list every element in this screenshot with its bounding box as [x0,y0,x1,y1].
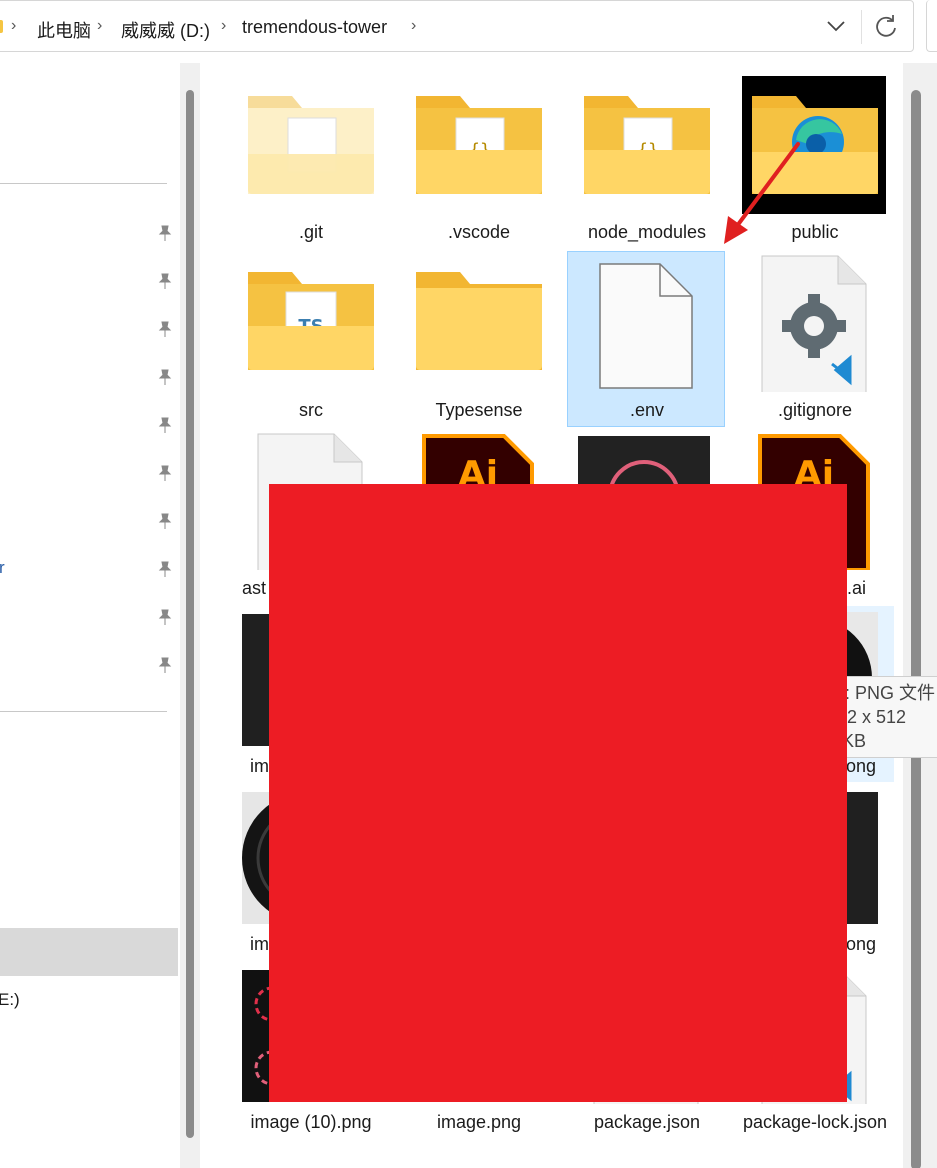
content-scrollbar-thumb[interactable] [911,90,921,1168]
folder-node-modules[interactable]: {} node_modules [568,74,726,250]
pin-icon[interactable] [156,512,174,530]
pin-icon[interactable] [156,272,174,290]
breadcrumb-drive-d[interactable]: 威威威 (D:) [121,17,210,43]
blank-file-icon [599,263,693,389]
pin-icon[interactable] [156,560,174,578]
folder-vscode[interactable]: {} .vscode [400,74,558,250]
folder-icon [416,272,542,370]
folder-icon: TS [248,272,374,370]
gear-file-icon [761,255,867,392]
nav-item-label[interactable]: r [0,558,5,578]
chevron-right-icon[interactable]: › [97,17,102,35]
file-name: Typesense [435,400,523,420]
file-gitignore[interactable]: .gitignore [736,252,894,428]
annotation-arrow-icon [724,142,800,244]
file-name: package.json [593,1112,701,1132]
folder-icon: {} [416,96,542,194]
folder-icon [0,20,3,33]
folder-typesense[interactable]: Typesense [400,252,558,428]
file-explorer-window: › 此电脑 › 威威威 (D:) › tremendous-tower › r … [0,0,937,1168]
folder-git[interactable]: .git [232,74,390,250]
search-box-edge[interactable] [926,0,937,52]
divider [861,10,862,44]
chevron-right-icon[interactable]: › [221,17,226,35]
file-name: .env [629,400,665,420]
redaction-overlay [269,484,847,1102]
breadcrumb-tremendous-tower[interactable]: tremendous-tower [242,17,387,38]
pin-icon[interactable] [156,224,174,242]
refresh-icon[interactable] [873,13,899,39]
nav-item-selected[interactable] [0,928,178,976]
divider [0,183,167,184]
pin-icon[interactable] [156,416,174,434]
pin-icon[interactable] [156,368,174,386]
chevron-down-icon[interactable] [825,13,847,39]
folder-icon [248,96,374,194]
file-name: .git [298,222,323,242]
nav-item-drive-e[interactable]: E:) [0,990,20,1010]
pin-icon[interactable] [156,320,174,338]
file-name: node_modules [587,222,707,242]
file-name: image (10).png [250,1112,372,1132]
folder-icon: {} [584,96,710,194]
chevron-right-icon[interactable]: › [11,17,16,35]
divider [0,711,167,712]
file-name: .gitignore [777,400,853,420]
folder-src[interactable]: TS src [232,252,390,428]
address-bar[interactable]: › 此电脑 › 威威威 (D:) › tremendous-tower › [0,0,914,52]
chevron-right-icon[interactable]: › [411,17,416,35]
file-name: src [299,400,323,420]
pin-icon[interactable] [156,608,174,626]
breadcrumb-this-pc[interactable]: 此电脑 [37,17,91,43]
pin-icon[interactable] [156,464,174,482]
file-name: package-lock.json [742,1112,888,1132]
pin-icon[interactable] [156,656,174,674]
file-env[interactable]: .env [567,251,725,427]
file-name: .vscode [447,222,511,242]
nav-scrollbar-thumb[interactable] [186,90,194,1138]
file-name: image.png [436,1112,522,1132]
